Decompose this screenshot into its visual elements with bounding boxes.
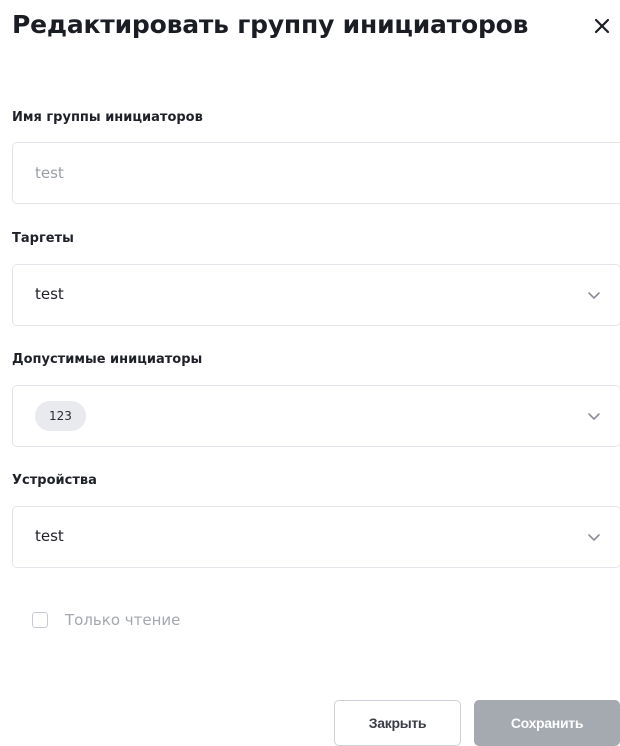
read-only-label: Только чтение	[65, 611, 181, 629]
targets-label: Таргеты	[12, 231, 74, 246]
allowed-initiators-select[interactable]: 123	[12, 385, 620, 447]
close-icon[interactable]	[590, 14, 614, 38]
devices-label: Устройства	[12, 473, 97, 488]
read-only-option[interactable]: Только чтение	[32, 609, 180, 631]
chevron-down-icon[interactable]	[586, 410, 602, 422]
targets-select[interactable]: test	[12, 264, 620, 326]
devices-selected-value: test	[35, 527, 64, 545]
read-only-checkbox[interactable]	[32, 612, 48, 628]
dialog-title: Редактировать группу инициаторов	[12, 10, 529, 39]
save-button[interactable]: Сохранить	[474, 700, 620, 746]
close-button[interactable]: Закрыть	[334, 700, 461, 746]
devices-select[interactable]: test	[12, 506, 620, 568]
allowed-initiators-label: Допустимые инициаторы	[12, 352, 203, 367]
group-name-label: Имя группы инициаторов	[12, 110, 203, 125]
chevron-down-icon[interactable]	[586, 531, 602, 543]
targets-selected-value: test	[35, 285, 64, 303]
group-name-field[interactable]	[12, 142, 620, 204]
group-name-input[interactable]	[35, 143, 595, 203]
initiator-chip[interactable]: 123	[35, 401, 86, 431]
chevron-down-icon[interactable]	[586, 289, 602, 301]
